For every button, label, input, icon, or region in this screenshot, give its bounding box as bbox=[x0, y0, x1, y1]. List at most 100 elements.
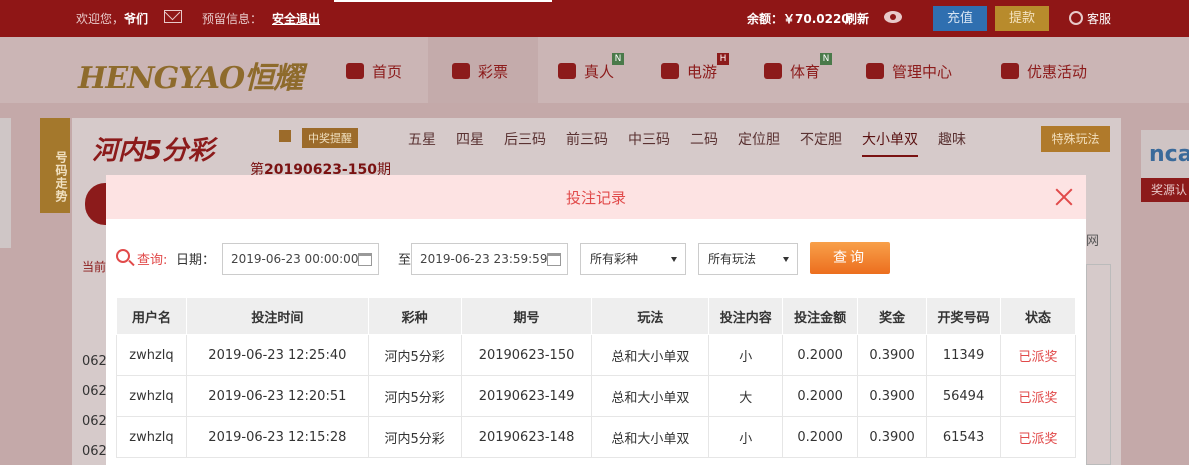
nav-item-label: 优惠活动 bbox=[1027, 63, 1088, 81]
calendar-icon[interactable] bbox=[547, 253, 561, 266]
withdraw-button[interactable]: 提款 bbox=[995, 6, 1049, 31]
tab-middle-three[interactable]: 中三码 bbox=[628, 129, 670, 149]
side-list-item: 062 bbox=[82, 444, 107, 459]
tab-position[interactable]: 定位胆 bbox=[738, 129, 780, 149]
nav-item-live[interactable]: 真人 N bbox=[558, 53, 624, 82]
start-date-value: 2019-06-23 00:00:00 bbox=[231, 252, 359, 266]
nav-item-slots[interactable]: 电游 H bbox=[661, 53, 729, 82]
reserved-info-label: 预留信息： bbox=[202, 12, 263, 26]
left-side-panel bbox=[0, 118, 11, 248]
service-link[interactable]: 客服 bbox=[1069, 10, 1111, 27]
cell-status: 已派奖 bbox=[1000, 375, 1076, 417]
cell-bet-content: 大 bbox=[708, 375, 784, 417]
main-nav: HENGYAO恒耀 首页 彩票 真人 N 电游 H 体育 N 管理中心 优惠活动 bbox=[0, 37, 1189, 103]
home-icon bbox=[346, 63, 364, 79]
query-label: 查询: bbox=[137, 253, 168, 268]
tab-fun[interactable]: 趣味 bbox=[938, 129, 966, 149]
brand-text: nca bbox=[1149, 142, 1189, 167]
cell-bet-time: 2019-06-23 12:25:40 bbox=[185, 334, 369, 376]
col-draw-number: 开奖号码 bbox=[926, 297, 1002, 335]
nav-item-home[interactable]: 首页 bbox=[346, 61, 402, 82]
cell-lottery: 河内5分彩 bbox=[367, 375, 462, 417]
cell-status: 已派奖 bbox=[1000, 334, 1076, 376]
nav-item-lottery[interactable]: 彩票 bbox=[452, 61, 508, 82]
number-trend-tab[interactable]: 号码走势 bbox=[40, 118, 70, 213]
nav-badge: N bbox=[612, 53, 624, 65]
cell-bet-time: 2019-06-23 12:20:51 bbox=[185, 375, 369, 417]
logout-link[interactable]: 安全退出 bbox=[272, 10, 320, 27]
table-row[interactable]: zwhzlq 2019-06-23 12:20:51 河内5分彩 2019062… bbox=[116, 375, 1076, 417]
tab-four-star[interactable]: 四星 bbox=[456, 129, 484, 149]
group-icon bbox=[866, 63, 884, 79]
right-side-box bbox=[1086, 264, 1111, 465]
cell-draw-number: 56494 bbox=[926, 375, 1002, 417]
cell-prize: 0.3900 bbox=[857, 416, 928, 458]
nav-item-promotions[interactable]: 优惠活动 bbox=[1001, 61, 1087, 82]
nav-item-label: 彩票 bbox=[478, 63, 509, 81]
cell-bet-amount: 0.2000 bbox=[782, 375, 859, 417]
refresh-link[interactable]: 刷新 bbox=[845, 10, 869, 27]
col-bet-amount: 投注金额 bbox=[782, 297, 859, 335]
top-bar: 欢迎您，爷们 预留信息： 安全退出 余额：￥70.0220 刷新 充值 提款 客… bbox=[0, 0, 1189, 37]
nav-item-sports[interactable]: 体育 N bbox=[764, 53, 832, 82]
nav-badge: N bbox=[820, 53, 832, 65]
cell-draw-number: 11349 bbox=[926, 334, 1002, 376]
right-side-text: 网 bbox=[1086, 234, 1100, 249]
cell-bet-content: 小 bbox=[708, 334, 784, 376]
top-strip bbox=[334, 0, 552, 2]
nav-item-label: 管理中心 bbox=[892, 63, 953, 81]
table-header-row: 用户名 投注时间 彩种 期号 玩法 投注内容 投注金额 奖金 开奖号码 状态 bbox=[116, 297, 1076, 335]
person-icon bbox=[558, 63, 576, 79]
nav-badge: H bbox=[717, 53, 729, 65]
cell-lottery: 河内5分彩 bbox=[367, 416, 462, 458]
nav-item-management[interactable]: 管理中心 bbox=[866, 61, 952, 82]
welcome-prefix: 欢迎您， bbox=[76, 12, 125, 26]
table-row[interactable]: zwhzlq 2019-06-23 12:25:40 河内5分彩 2019062… bbox=[116, 334, 1076, 376]
balance-text: 余额：￥70.0220 bbox=[747, 12, 850, 26]
slot-machine-icon bbox=[661, 63, 679, 79]
site-logo[interactable]: HENGYAO恒耀 bbox=[78, 53, 303, 97]
eye-icon[interactable] bbox=[884, 11, 902, 23]
cell-bet-amount: 0.2000 bbox=[782, 334, 859, 376]
modal-title: 投注记录 bbox=[565, 189, 626, 207]
chevron-down-icon bbox=[671, 257, 677, 262]
col-period: 期号 bbox=[460, 297, 593, 335]
start-date-input[interactable]: 2019-06-23 00:00:00 bbox=[222, 243, 379, 275]
close-icon[interactable] bbox=[1054, 187, 1074, 207]
side-list-item: 062 bbox=[82, 414, 107, 429]
play-select-value: 所有玩法 bbox=[708, 252, 757, 266]
tab-five-star[interactable]: 五星 bbox=[408, 129, 436, 149]
mail-icon[interactable] bbox=[164, 10, 182, 23]
tab-two-code[interactable]: 二码 bbox=[690, 129, 718, 149]
cell-lottery: 河内5分彩 bbox=[367, 334, 462, 376]
nav-item-label: 电游 bbox=[687, 63, 718, 81]
ticket-icon bbox=[452, 63, 470, 79]
tab-last-three[interactable]: 后三码 bbox=[504, 129, 546, 149]
bet-records-table: 用户名 投注时间 彩种 期号 玩法 投注内容 投注金额 奖金 开奖号码 状态 z… bbox=[116, 297, 1076, 458]
col-status: 状态 bbox=[1000, 297, 1076, 335]
end-date-input[interactable]: 2019-06-23 23:59:59 bbox=[411, 243, 568, 275]
lottery-select[interactable]: 所有彩种 bbox=[580, 243, 686, 275]
modal-header: 投注记录 bbox=[106, 175, 1086, 219]
cell-period: 20190623-148 bbox=[460, 416, 593, 458]
tab-first-three[interactable]: 前三码 bbox=[566, 129, 608, 149]
special-play-button[interactable]: 特殊玩法 bbox=[1041, 126, 1110, 152]
side-list-item: 062 bbox=[82, 384, 107, 399]
cell-bet-amount: 0.2000 bbox=[782, 416, 859, 458]
tab-big-small-odd-even[interactable]: 大小单双 bbox=[862, 129, 918, 157]
query-button[interactable]: 查询 bbox=[810, 242, 890, 274]
date-label: 日期： bbox=[176, 253, 216, 268]
right-brand-ad[interactable]: nca 奖源认 bbox=[1141, 130, 1189, 202]
charge-button[interactable]: 充值 bbox=[933, 6, 987, 31]
tab-indefinite[interactable]: 不定胆 bbox=[800, 129, 842, 149]
calendar-icon[interactable] bbox=[358, 253, 372, 266]
table-row[interactable]: zwhzlq 2019-06-23 12:15:28 河内5分彩 2019062… bbox=[116, 416, 1076, 458]
win-remind-toggle[interactable]: 中奖提醒 bbox=[302, 128, 358, 148]
play-select[interactable]: 所有玩法 bbox=[698, 243, 798, 275]
cell-draw-number: 61543 bbox=[926, 416, 1002, 458]
cell-status: 已派奖 bbox=[1000, 416, 1076, 458]
cell-username: zwhzlq bbox=[116, 334, 187, 376]
bet-records-modal: 投注记录 查询: 日期： 2019-06-23 00:00:00 至 2019-… bbox=[106, 175, 1086, 465]
speaker-icon[interactable] bbox=[279, 130, 291, 142]
nav-item-label: 真人 bbox=[584, 63, 615, 81]
